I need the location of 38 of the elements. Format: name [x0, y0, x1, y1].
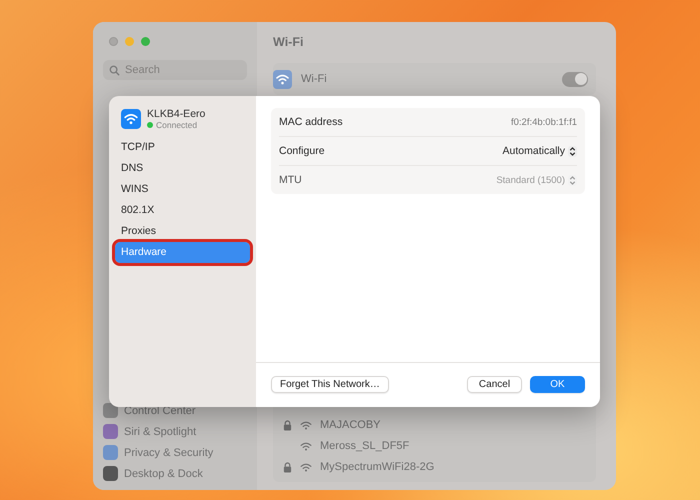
- chevron-icon: [568, 146, 577, 156]
- network-name[interactable]: MySpectrumWiFi28-2G: [320, 461, 434, 473]
- wifi-signal-icon: [300, 462, 312, 472]
- sidebar-tab[interactable]: Proxies: [115, 221, 250, 242]
- sidebar-item[interactable]: Privacy & Security: [103, 444, 247, 461]
- field-label: Configure: [279, 145, 325, 157]
- close-icon[interactable]: [109, 37, 118, 46]
- sidebar-item[interactable]: Desktop & Dock: [103, 465, 247, 482]
- wifi-icon: [121, 109, 141, 129]
- dialog-button[interactable]: Cancel: [467, 376, 522, 393]
- network-name: KLKB4-Eero: [147, 108, 206, 120]
- dialog-button[interactable]: OK: [530, 376, 585, 393]
- wifi-icon: [273, 70, 292, 88]
- popup-menu[interactable]: Automatically: [502, 145, 577, 157]
- network-name[interactable]: MAJACOBY: [320, 419, 381, 431]
- search-field[interactable]: Search: [103, 60, 247, 80]
- sidebar-tab[interactable]: WINS: [115, 179, 250, 200]
- sidebar-tab[interactable]: DNS: [115, 158, 250, 179]
- field-value: f0:2f:4b:0b:1f:f1: [510, 116, 577, 128]
- sidebar-item[interactable]: Control Center: [103, 402, 247, 419]
- search-icon: [109, 65, 120, 76]
- wifi-label: Wi-Fi: [301, 73, 328, 85]
- wifi-toggle[interactable]: [562, 72, 588, 86]
- sidebar-tab[interactable]: Hardware: [115, 242, 250, 263]
- sidebar-tab[interactable]: TCP/IP: [115, 137, 250, 158]
- network-name[interactable]: Meross_SL_DF5F: [320, 440, 410, 452]
- wifi-signal-icon: [300, 420, 312, 430]
- connection-status: Connected: [156, 120, 198, 130]
- field-label: MTU: [279, 174, 302, 186]
- minimize-icon[interactable]: [125, 37, 134, 46]
- zoom-icon[interactable]: [141, 37, 150, 46]
- chevron-icon: [568, 174, 577, 186]
- dialog-button[interactable]: Forget This Network…: [271, 376, 389, 393]
- window-title: Wi-Fi: [273, 34, 304, 49]
- sidebar-item[interactable]: Siri & Spotlight: [103, 423, 247, 440]
- field-label: MAC address: [279, 116, 343, 128]
- sidebar-tab[interactable]: 802.1X: [115, 200, 250, 221]
- wifi-signal-icon: [300, 442, 312, 450]
